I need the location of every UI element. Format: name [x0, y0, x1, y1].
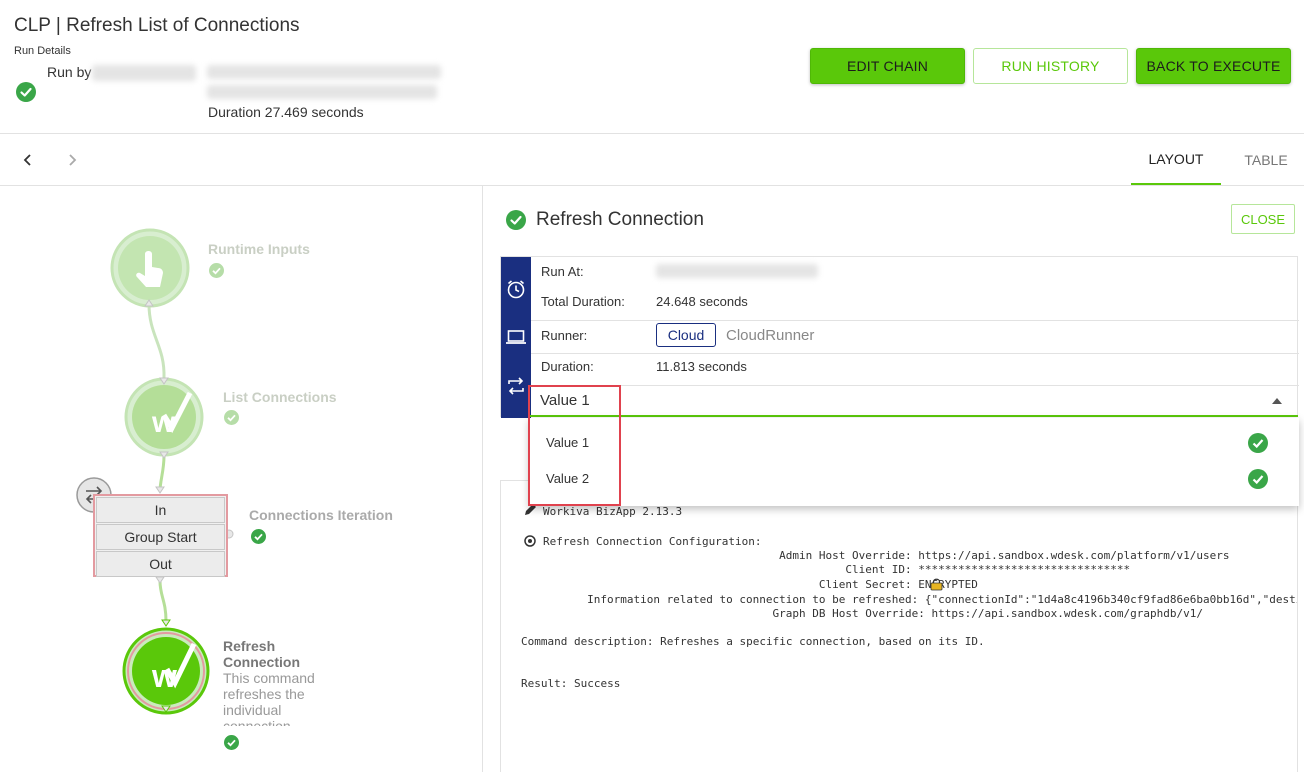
dropdown-option[interactable]: Value 2: [529, 461, 1299, 497]
edit-chain-button[interactable]: EDIT CHAIN: [810, 48, 965, 84]
log-line: Client Secret: ENCRYPTED: [501, 578, 978, 591]
log-line: Workiva BizApp 2.13.3: [543, 505, 683, 518]
tab-table[interactable]: TABLE: [1232, 134, 1300, 185]
runner-label: Runner:: [541, 328, 588, 343]
duration-value: 11.813 seconds: [656, 359, 747, 374]
view-toolbar: LAYOUT TABLE: [0, 134, 1304, 186]
row-divider: [531, 353, 1299, 354]
runner-name: CloudRunner: [726, 327, 815, 344]
gear-icon: [524, 535, 536, 547]
log-line: Refresh Connection Configuration:: [543, 535, 762, 548]
connections-iteration-check-icon: [251, 529, 266, 544]
group-in-port: In: [96, 497, 225, 523]
node-label-connections-iteration: Connections Iteration: [249, 507, 393, 523]
chevron-right-icon[interactable]: [66, 153, 78, 167]
dropdown-option[interactable]: Value 1: [529, 425, 1299, 461]
repeat-icon: [508, 376, 524, 395]
clock-icon-cell: [501, 257, 531, 320]
row-divider: [531, 320, 1299, 321]
log-line: Command description: Refreshes a specifi…: [521, 635, 985, 648]
chain-canvas: w w Runtime Inputs List Connections In G…: [0, 186, 483, 772]
node-label-refresh-1: Refresh: [223, 638, 276, 654]
repeat-icon-cell: [501, 353, 531, 418]
iteration-select-value: Value 1: [540, 392, 590, 409]
back-to-execute-button[interactable]: BACK TO EXECUTE: [1136, 48, 1291, 84]
node-label-list-connections: List Connections: [223, 389, 337, 405]
group-out-port: Out: [96, 551, 225, 577]
total-duration-label: Total Duration:: [541, 294, 625, 309]
log-line: Result: Success: [521, 677, 621, 690]
tab-layout[interactable]: LAYOUT: [1131, 134, 1221, 185]
redacted-end-time: [207, 85, 437, 99]
log-line: Client ID: *****************************…: [501, 563, 1131, 576]
caret-up-icon: [1272, 398, 1282, 404]
success-check-icon: [1248, 433, 1268, 453]
dropdown-option-label: Value 2: [546, 471, 590, 486]
group-node[interactable]: In Group Start Out: [93, 494, 228, 577]
run-history-button[interactable]: RUN HISTORY: [973, 48, 1128, 84]
log-line: Graph DB Host Override: https://api.sand…: [501, 607, 1203, 620]
log-line: Information related to connection to be …: [501, 593, 1298, 606]
duration-label: Duration:: [541, 359, 594, 374]
command-log: Workiva BizApp 2.13.3 Refresh Connection…: [500, 480, 1298, 772]
redacted-start-time: [207, 65, 441, 79]
run-header: CLP | Refresh List of Connections Run De…: [0, 0, 1304, 134]
node-label-runtime-inputs: Runtime Inputs: [208, 241, 310, 257]
iteration-dropdown: Value 1 Value 2: [529, 418, 1299, 506]
run-by-label: Run by: [47, 64, 92, 80]
redacted-user: [92, 65, 196, 81]
runner-type-badge: Cloud: [656, 323, 716, 347]
total-duration-value: 24.648 seconds: [656, 294, 748, 309]
success-check-icon: [1248, 469, 1268, 489]
run-details-label: Run Details: [14, 45, 71, 57]
close-button[interactable]: CLOSE: [1231, 204, 1295, 234]
alarm-clock-icon: [507, 279, 525, 298]
list-connections-check-icon: [224, 410, 239, 425]
refresh-connection-check-icon: [224, 735, 239, 750]
dropdown-option-label: Value 1: [546, 435, 590, 450]
panel-title: Refresh Connection: [536, 209, 704, 230]
iteration-select[interactable]: Value 1: [530, 386, 1298, 417]
success-check-icon: [16, 82, 36, 102]
run-duration: Duration 27.469 seconds: [208, 104, 364, 120]
run-at-label: Run At:: [541, 264, 584, 279]
node-label-refresh-2: Connection: [223, 654, 300, 670]
group-start-label: Group Start: [96, 524, 225, 550]
node-description: This command refreshes the individual co…: [223, 670, 315, 726]
panel-success-check-icon: [506, 210, 526, 230]
runtime-inputs-check-icon: [209, 263, 224, 278]
lock-icon: [930, 578, 943, 591]
chevron-left-icon[interactable]: [22, 153, 34, 167]
redacted-run-at: [656, 264, 818, 278]
log-line: Admin Host Override: https://api.sandbox…: [501, 549, 1230, 562]
laptop-icon: [506, 329, 526, 344]
laptop-icon-cell: [501, 320, 531, 353]
page-title: CLP | Refresh List of Connections: [14, 15, 300, 36]
